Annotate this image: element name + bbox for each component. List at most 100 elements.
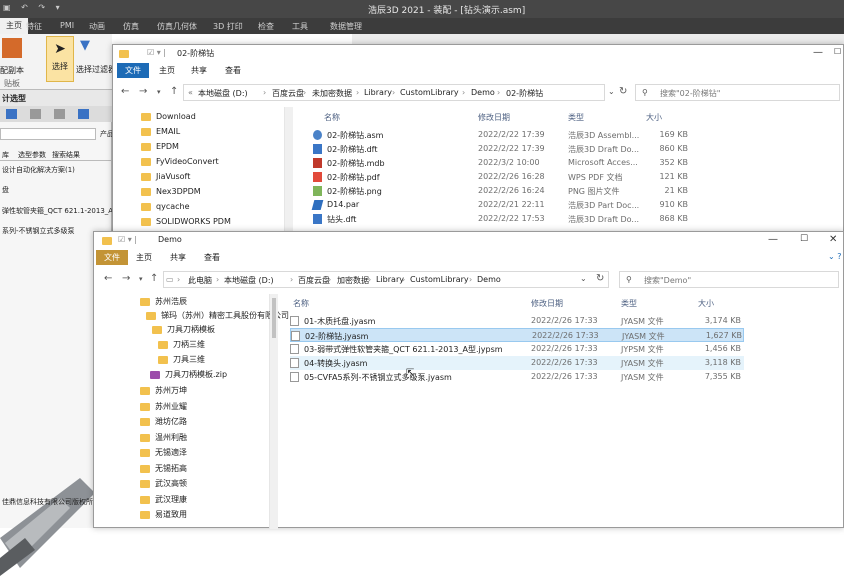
select-button[interactable]: ➤ 选择 <box>46 36 74 82</box>
tab-file[interactable]: 文件 <box>96 250 128 265</box>
column-header-name[interactable]: 名称 <box>324 112 340 123</box>
menu-sim-geometry[interactable]: 仿真几何体 <box>157 21 197 32</box>
minimize-icon[interactable]: — <box>813 47 823 58</box>
crumb[interactable]: 百度云盘 <box>298 275 330 286</box>
tree-line[interactable]: 设计自动化解决方案(1) <box>2 165 75 175</box>
tab-library[interactable]: 库 <box>2 150 9 160</box>
tree-line[interactable]: 系列-不锈钢立式多级泵 <box>2 226 75 236</box>
nav-scrollbar[interactable] <box>285 107 293 235</box>
tab-params[interactable]: 选型参数 <box>18 150 46 160</box>
file-row[interactable]: 02-阶梯钻.dft 2022/2/22 17:39 浩辰3D Draft Do… <box>312 142 692 156</box>
file-row[interactable]: 钻头.dft 2022/2/22 17:53 浩辰3D Draft Do... … <box>312 212 692 226</box>
file-row[interactable]: 01-木质托盘.jyasm 2022/2/26 17:33 JYASM 文件 3… <box>290 314 744 328</box>
menu-simulation[interactable]: 仿真 <box>123 21 139 32</box>
refresh-icon[interactable]: ↻ <box>596 273 604 284</box>
file-row[interactable]: 02-阶梯钻.png 2022/2/26 16:24 PNG 图片文件 21 K… <box>312 184 692 198</box>
tab-home[interactable]: 主页 <box>159 65 175 76</box>
crumb[interactable]: CustomLibrary <box>410 275 469 284</box>
nav-item[interactable]: EPDM <box>141 142 179 156</box>
menu-data-management[interactable]: 数据管理 <box>330 21 362 32</box>
tool-icon[interactable] <box>78 109 89 119</box>
crumb[interactable]: Demo <box>477 275 501 284</box>
crumb[interactable]: 本地磁盘 (D:) <box>224 275 274 286</box>
file-row[interactable]: 05-CVFA5系列-不锈钢立式多级泵.jyasm 2022/2/26 17:3… <box>290 370 744 384</box>
nav-scrollbar[interactable] <box>270 294 278 529</box>
menu-3d-print[interactable]: 3D 打印 <box>213 21 243 32</box>
nav-item[interactable]: 易道致用 <box>140 509 187 523</box>
menu-animation[interactable]: 动画 <box>89 21 105 32</box>
nav-item[interactable]: 苏州业耀 <box>140 401 187 415</box>
tab-results[interactable]: 搜索结果 <box>52 150 80 160</box>
nav-item[interactable]: EMAIL <box>141 127 180 141</box>
close-icon[interactable]: ✕ <box>829 234 837 245</box>
help-icon[interactable]: ⌄ ? <box>828 252 842 261</box>
tab-home[interactable]: 主页 <box>136 252 152 263</box>
tab-view[interactable]: 查看 <box>204 252 220 263</box>
menu-feature[interactable]: 特征 <box>26 21 42 32</box>
crumb[interactable]: 本地磁盘 (D:) <box>198 88 248 99</box>
tab-share[interactable]: 共享 <box>191 65 207 76</box>
tab-file[interactable]: 文件 <box>117 63 149 78</box>
column-header-date[interactable]: 修改日期 <box>531 298 563 309</box>
file-row[interactable]: 02-阶梯钻.pdf 2022/2/26 16:28 WPS PDF 文档 12… <box>312 170 692 184</box>
tree-line[interactable]: 弹性软管夹箍_QCT 621.1-2013_A型 <box>2 206 120 216</box>
qat-icons[interactable]: ☑ ▾ | <box>147 48 166 57</box>
nav-item[interactable]: 苏州浩辰 <box>140 296 187 310</box>
crumb[interactable]: 加密数据 <box>337 275 369 286</box>
column-header-size[interactable]: 大小 <box>646 112 662 123</box>
address-dropdown-icon[interactable]: ⌄ <box>580 274 587 283</box>
search-box[interactable]: ⚲ 搜索"Demo" <box>619 271 839 288</box>
crumb[interactable]: 此电脑 <box>188 275 212 286</box>
back-icon[interactable]: ← <box>104 273 112 284</box>
crumb[interactable]: 02-阶梯钻 <box>506 88 543 99</box>
nav-item[interactable]: 潍坊亿路 <box>140 416 187 430</box>
column-header-type[interactable]: 类型 <box>621 298 637 309</box>
tool-icon[interactable] <box>30 109 41 119</box>
crumb[interactable]: 未加密数据 <box>312 88 352 99</box>
nav-item[interactable]: 锑玛（苏州）精密工具股份有限公司 <box>146 310 289 324</box>
crumb[interactable]: 百度云盘 <box>272 88 304 99</box>
tab-view[interactable]: 查看 <box>225 65 241 76</box>
maximize-icon[interactable]: ☐ <box>834 47 841 56</box>
nav-item[interactable]: 无锡拓高 <box>140 463 187 477</box>
scroll-thumb[interactable] <box>272 298 276 338</box>
recent-dropdown-icon[interactable]: ▾ <box>157 88 161 96</box>
crumb[interactable]: Library <box>376 275 404 284</box>
tree-line[interactable]: 盘 <box>2 185 9 195</box>
crumb[interactable]: Library <box>364 88 392 97</box>
recent-dropdown-icon[interactable]: ▾ <box>139 275 143 283</box>
nav-item[interactable]: SOLIDWORKS PDM <box>141 217 231 231</box>
file-row[interactable]: 03-弱带式弹性软管夹箍_QCT 621.1-2013_A型.jypsm 202… <box>290 342 744 356</box>
back-icon[interactable]: ← <box>121 86 129 97</box>
menu-home[interactable]: 主页 <box>0 18 28 34</box>
column-header-date[interactable]: 修改日期 <box>478 112 510 123</box>
file-row-selected[interactable]: 02-阶梯钻.jyasm 2022/2/26 17:33 JYASM 文件 1,… <box>290 328 744 342</box>
nav-item[interactable]: 刀具刀柄模板.zip <box>150 369 227 383</box>
nav-item[interactable]: Nex3DPDM <box>141 187 201 201</box>
qat-icons[interactable]: ☑ ▾ | <box>118 235 137 244</box>
nav-item[interactable]: FyVideoConvert <box>141 157 219 171</box>
crumb[interactable]: Demo <box>471 88 495 97</box>
nav-item[interactable]: 苏州万坤 <box>140 385 187 399</box>
search-box[interactable]: ⚲ 搜索"02-阶梯钻" <box>635 84 840 101</box>
tool-icon[interactable] <box>6 109 17 119</box>
maximize-icon[interactable]: ☐ <box>800 234 808 244</box>
nav-item[interactable]: 无锡適泽 <box>140 447 187 461</box>
crumb[interactable]: CustomLibrary <box>400 88 459 97</box>
up-icon[interactable]: ↑ <box>170 86 178 97</box>
select-filter-button[interactable]: 选择过滤器 <box>76 64 112 75</box>
overflow-icon[interactable]: « <box>188 88 193 97</box>
column-header-size[interactable]: 大小 <box>698 298 714 309</box>
file-row-hover[interactable]: 04-转换头.jyasm 2022/2/26 17:33 JYASM 文件 3,… <box>290 356 744 370</box>
refresh-icon[interactable]: ↻ <box>619 86 627 97</box>
menu-inspect[interactable]: 检查 <box>258 21 274 32</box>
menu-tools[interactable]: 工具 <box>292 21 308 32</box>
nav-item[interactable]: 刀柄三维 <box>158 339 205 353</box>
tab-share[interactable]: 共享 <box>170 252 186 263</box>
tool-icon[interactable] <box>54 109 65 119</box>
address-bar[interactable]: ▭ › 此电脑 › 本地磁盘 (D:) › 百度云盘 › 加密数据 › Libr… <box>163 271 609 288</box>
menu-pmi[interactable]: PMI <box>60 21 74 30</box>
column-header-type[interactable]: 类型 <box>568 112 584 123</box>
forward-icon[interactable]: → <box>139 86 147 97</box>
up-icon[interactable]: ↑ <box>150 273 158 284</box>
